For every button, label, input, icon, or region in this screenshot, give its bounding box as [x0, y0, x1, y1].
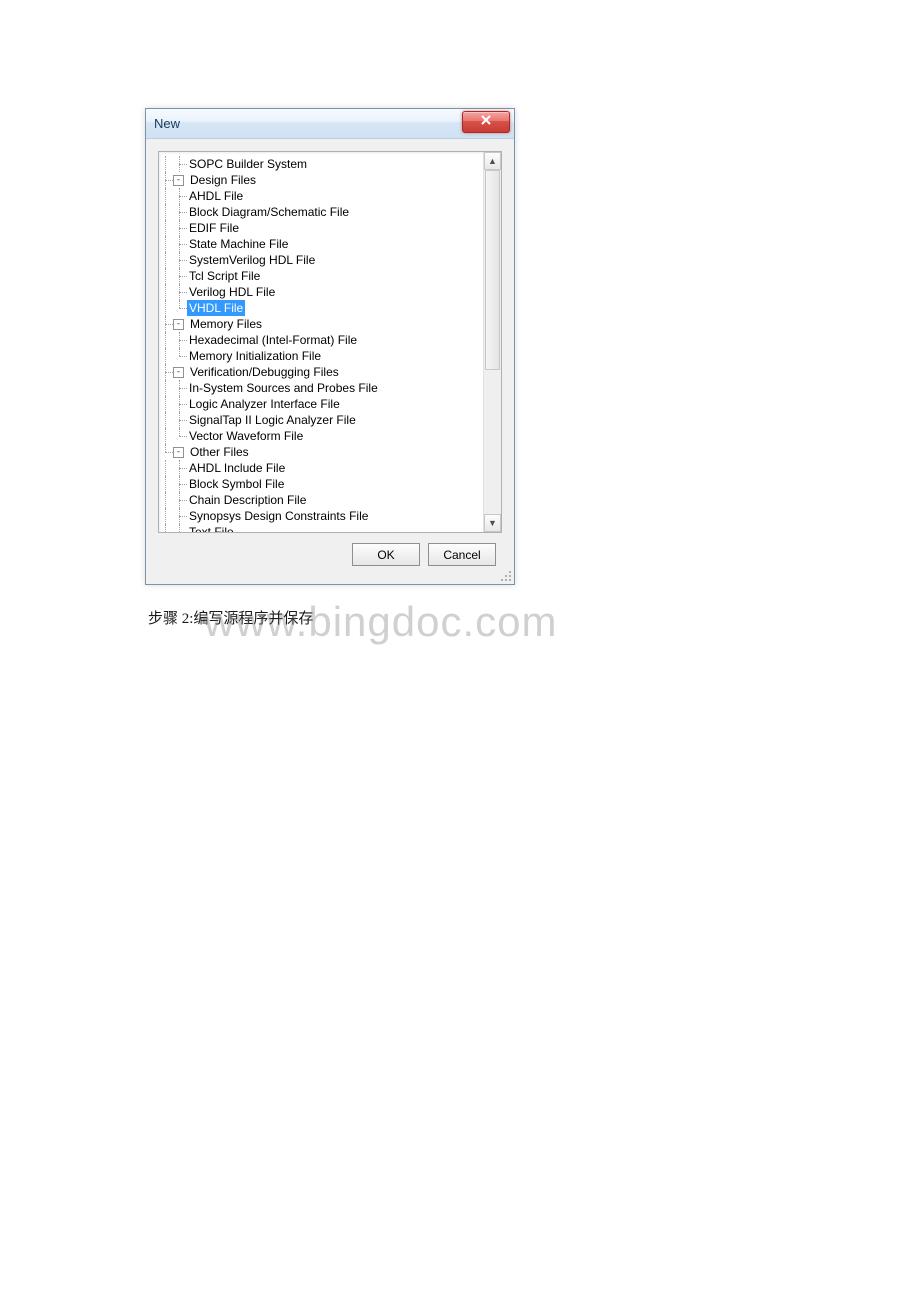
tree-item[interactable]: Synopsys Design Constraints File: [159, 508, 483, 524]
dialog-title: New: [154, 116, 180, 131]
tree-item[interactable]: Memory Initialization File: [159, 348, 483, 364]
expander-icon[interactable]: -: [173, 367, 184, 378]
tree-item[interactable]: SOPC Builder System: [159, 156, 483, 172]
tree-item[interactable]: Tcl Script File: [159, 268, 483, 284]
tree-item-label[interactable]: SignalTap II Logic Analyzer File: [187, 412, 358, 428]
tree-item[interactable]: Block Symbol File: [159, 476, 483, 492]
tree-item-label[interactable]: Block Symbol File: [187, 476, 286, 492]
tree-item-label[interactable]: SOPC Builder System: [187, 156, 309, 172]
tree-item-label[interactable]: SystemVerilog HDL File: [187, 252, 317, 268]
tree-item[interactable]: Verilog HDL File: [159, 284, 483, 300]
tree-item[interactable]: EDIF File: [159, 220, 483, 236]
tree-item-label[interactable]: EDIF File: [187, 220, 241, 236]
tree-item-label[interactable]: In-System Sources and Probes File: [187, 380, 380, 396]
tree-group[interactable]: -Memory Files: [159, 316, 483, 332]
scrollbar-thumb[interactable]: [485, 170, 500, 370]
expander-icon[interactable]: -: [173, 175, 184, 186]
tree-item[interactable]: Hexadecimal (Intel-Format) File: [159, 332, 483, 348]
step-caption: 步骤 2:编写源程序并保存: [148, 607, 313, 628]
dialog-button-row: OK Cancel: [158, 533, 502, 578]
tree-item-label[interactable]: VHDL File: [187, 300, 245, 316]
tree-item-label[interactable]: Vector Waveform File: [187, 428, 305, 444]
tree-item-label[interactable]: AHDL File: [187, 188, 245, 204]
tree-item-label[interactable]: Memory Files: [188, 316, 264, 332]
tree-item-label[interactable]: Block Diagram/Schematic File: [187, 204, 351, 220]
tree-item-label[interactable]: Synopsys Design Constraints File: [187, 508, 370, 524]
tree-item-label[interactable]: Memory Initialization File: [187, 348, 323, 364]
scroll-down-button[interactable]: ▼: [484, 514, 501, 532]
tree-item-label[interactable]: AHDL Include File: [187, 460, 287, 476]
tree-item[interactable]: State Machine File: [159, 236, 483, 252]
new-file-dialog: New SOPC Builder System-Design FilesAHDL…: [145, 108, 515, 585]
close-icon: [480, 113, 492, 131]
ok-button[interactable]: OK: [352, 543, 420, 566]
tree-item-label[interactable]: Design Files: [188, 172, 258, 188]
tree-item-label[interactable]: Text File: [187, 524, 236, 532]
tree-item[interactable]: Chain Description File: [159, 492, 483, 508]
vertical-scrollbar[interactable]: ▲ ▼: [483, 152, 501, 532]
tree-item[interactable]: AHDL File: [159, 188, 483, 204]
tree-item-label[interactable]: Verilog HDL File: [187, 284, 277, 300]
tree-item-label[interactable]: Hexadecimal (Intel-Format) File: [187, 332, 359, 348]
tree-group[interactable]: -Other Files: [159, 444, 483, 460]
tree-item-label[interactable]: Other Files: [188, 444, 251, 460]
tree-item-label[interactable]: State Machine File: [187, 236, 290, 252]
tree-item[interactable]: AHDL Include File: [159, 460, 483, 476]
resize-grip[interactable]: [498, 568, 512, 582]
tree-group[interactable]: -Design Files: [159, 172, 483, 188]
tree-item-label[interactable]: Logic Analyzer Interface File: [187, 396, 342, 412]
tree-item[interactable]: In-System Sources and Probes File: [159, 380, 483, 396]
tree-item[interactable]: Vector Waveform File: [159, 428, 483, 444]
titlebar[interactable]: New: [146, 109, 514, 139]
scrollbar-track[interactable]: [484, 170, 501, 514]
file-type-tree[interactable]: SOPC Builder System-Design FilesAHDL Fil…: [158, 151, 502, 533]
tree-item[interactable]: Block Diagram/Schematic File: [159, 204, 483, 220]
dialog-content: SOPC Builder System-Design FilesAHDL Fil…: [146, 139, 514, 584]
scroll-up-button[interactable]: ▲: [484, 152, 501, 170]
tree-item-label[interactable]: Verification/Debugging Files: [188, 364, 341, 380]
tree-item[interactable]: VHDL File: [159, 300, 483, 316]
tree-item[interactable]: SignalTap II Logic Analyzer File: [159, 412, 483, 428]
tree-item[interactable]: Text File: [159, 524, 483, 532]
tree-item-label[interactable]: Tcl Script File: [187, 268, 262, 284]
tree-item[interactable]: Logic Analyzer Interface File: [159, 396, 483, 412]
expander-icon[interactable]: -: [173, 319, 184, 330]
expander-icon[interactable]: -: [173, 447, 184, 458]
tree-item[interactable]: SystemVerilog HDL File: [159, 252, 483, 268]
cancel-button[interactable]: Cancel: [428, 543, 496, 566]
close-button[interactable]: [462, 111, 510, 133]
tree-item-label[interactable]: Chain Description File: [187, 492, 308, 508]
tree-group[interactable]: -Verification/Debugging Files: [159, 364, 483, 380]
